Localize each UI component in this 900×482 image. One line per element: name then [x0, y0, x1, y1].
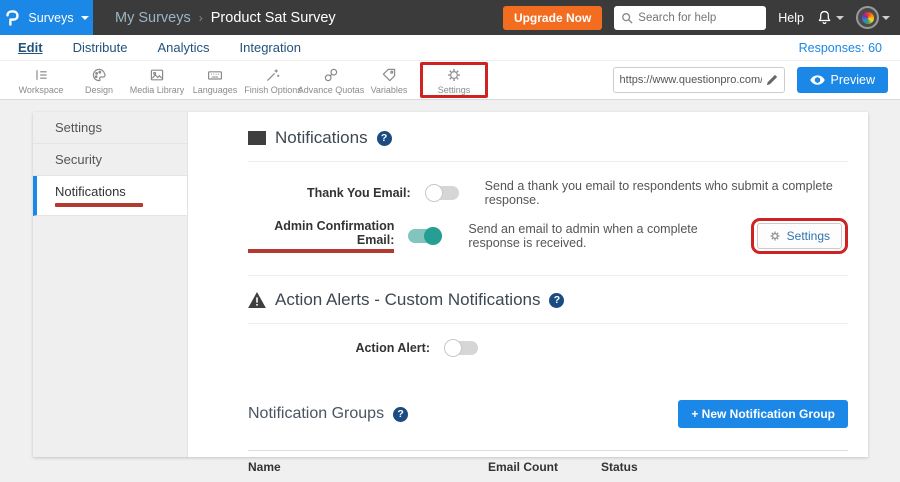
- chevron-down-icon: [836, 16, 844, 20]
- breadcrumb-current: Product Sat Survey: [211, 10, 336, 26]
- toolbar-item-settings[interactable]: Settings: [425, 65, 483, 95]
- tab-edit[interactable]: Edit: [18, 40, 43, 55]
- red-underline-annotation: [55, 203, 143, 207]
- upgrade-now-button[interactable]: Upgrade Now: [503, 6, 602, 30]
- help-search-input[interactable]: [638, 12, 748, 24]
- envelope-icon: [248, 131, 266, 145]
- tab-analytics[interactable]: Analytics: [157, 40, 209, 55]
- sidebar-item-security[interactable]: Security: [33, 144, 187, 176]
- avatar: [856, 6, 879, 29]
- admin-confirmation-email-row: Admin Confirmation Email: Send an email …: [248, 218, 848, 254]
- settings-panel: Settings Security Notifications Notifica…: [33, 112, 868, 457]
- admin-email-settings-button[interactable]: Settings: [757, 223, 842, 249]
- notifications-section-title: Notifications ?: [248, 128, 848, 162]
- action-alert-label: Action Alert:: [355, 341, 430, 355]
- sidebar-item-settings[interactable]: Settings: [33, 112, 187, 144]
- action-alert-toggle[interactable]: [444, 341, 478, 355]
- notifications-content: Notifications ? Thank You Email: Send a …: [188, 112, 868, 457]
- column-header-name: Name: [248, 460, 488, 474]
- breadcrumb: My Surveys › Product Sat Survey: [115, 10, 336, 26]
- column-header-email-count: Email Count: [488, 460, 573, 474]
- thank-you-email-description: Send a thank you email to respondents wh…: [485, 179, 848, 207]
- notifications-bell-button[interactable]: [816, 9, 844, 26]
- sidebar-item-notifications[interactable]: Notifications: [33, 176, 187, 216]
- search-icon: [621, 12, 633, 24]
- help-icon[interactable]: ?: [393, 407, 408, 422]
- toolbar-item-design[interactable]: Design: [70, 65, 128, 95]
- workspace-icon: [33, 67, 49, 83]
- toolbar-item-variables[interactable]: Variables: [360, 65, 418, 95]
- notification-groups-header: Notification Groups ? + New Notification…: [248, 400, 848, 428]
- image-icon: [149, 67, 165, 83]
- survey-nav: Edit Distribute Analytics Integration Re…: [0, 35, 900, 60]
- notifications-rows: Thank You Email: Send a thank you email …: [248, 162, 848, 276]
- help-icon[interactable]: ?: [549, 293, 564, 308]
- thank-you-email-toggle[interactable]: [425, 186, 459, 200]
- breadcrumb-separator-icon: ›: [199, 11, 203, 25]
- pencil-edit-icon[interactable]: [766, 74, 778, 86]
- help-search-box[interactable]: [614, 6, 766, 30]
- action-alerts-section-title: Action Alerts - Custom Notifications ?: [248, 290, 848, 324]
- table-header-row: Name Email Count Status: [248, 450, 848, 482]
- responses-count[interactable]: Responses: 60: [799, 41, 882, 55]
- palette-icon: [91, 67, 107, 83]
- action-alerts-rows: Action Alert:: [248, 324, 848, 376]
- settings-button-annotation-box: Settings: [751, 218, 848, 254]
- toolbar-item-finish-options[interactable]: Finish Options: [244, 65, 302, 95]
- warning-triangle-icon: [248, 292, 266, 308]
- admin-confirmation-email-toggle[interactable]: [408, 229, 442, 243]
- toolbar-item-media-library[interactable]: Media Library: [128, 65, 186, 95]
- account-menu-button[interactable]: [856, 6, 890, 29]
- settings-annotation-box: Settings: [420, 62, 488, 98]
- survey-url-input[interactable]: [620, 74, 762, 86]
- gear-icon: [769, 230, 781, 242]
- page-body: Settings Security Notifications Notifica…: [0, 100, 900, 457]
- surveys-menu[interactable]: Surveys: [0, 0, 93, 35]
- column-header-status: Status: [573, 460, 683, 474]
- toolbar-item-workspace[interactable]: Workspace: [12, 65, 70, 95]
- eye-icon: [810, 75, 825, 85]
- toolbar-item-languages[interactable]: Languages: [186, 65, 244, 95]
- preview-button[interactable]: Preview: [797, 67, 888, 93]
- notification-groups-title: Notification Groups: [248, 405, 384, 423]
- chevron-down-icon: [81, 16, 89, 20]
- survey-url-field[interactable]: [613, 67, 785, 93]
- action-alert-row: Action Alert:: [248, 341, 848, 355]
- tab-integration[interactable]: Integration: [240, 40, 301, 55]
- thank-you-email-row: Thank You Email: Send a thank you email …: [248, 179, 848, 207]
- admin-confirmation-email-label: Admin Confirmation Email:: [248, 219, 394, 253]
- questionpro-logo-icon: [4, 8, 21, 27]
- top-bar: Surveys My Surveys › Product Sat Survey …: [0, 0, 900, 35]
- tag-icon: [381, 67, 397, 83]
- gear-icon: [446, 67, 462, 83]
- help-icon[interactable]: ?: [377, 131, 392, 146]
- bell-icon: [816, 9, 833, 26]
- tab-distribute[interactable]: Distribute: [73, 40, 128, 55]
- keyboard-icon: [207, 67, 223, 83]
- toolbar-item-advance-quotas[interactable]: Advance Quotas: [302, 65, 360, 95]
- admin-confirmation-email-description: Send an email to admin when a complete r…: [468, 222, 750, 250]
- thank-you-email-label: Thank You Email:: [307, 186, 411, 200]
- settings-sidebar: Settings Security Notifications: [33, 112, 188, 457]
- breadcrumb-parent[interactable]: My Surveys: [115, 10, 191, 26]
- action-alerts-title: Action Alerts - Custom Notifications: [275, 290, 540, 310]
- magic-wand-icon: [265, 67, 281, 83]
- chevron-down-icon: [882, 16, 890, 20]
- edit-toolbar: Workspace Design Media Library: [0, 60, 900, 100]
- notifications-title: Notifications: [275, 128, 368, 148]
- help-link[interactable]: Help: [778, 11, 804, 25]
- notification-groups-table: Name Email Count Status SankTest (Sanket…: [248, 450, 848, 482]
- new-notification-group-button[interactable]: + New Notification Group: [678, 400, 848, 428]
- chain-links-icon: [323, 67, 339, 83]
- surveys-menu-label: Surveys: [28, 11, 73, 25]
